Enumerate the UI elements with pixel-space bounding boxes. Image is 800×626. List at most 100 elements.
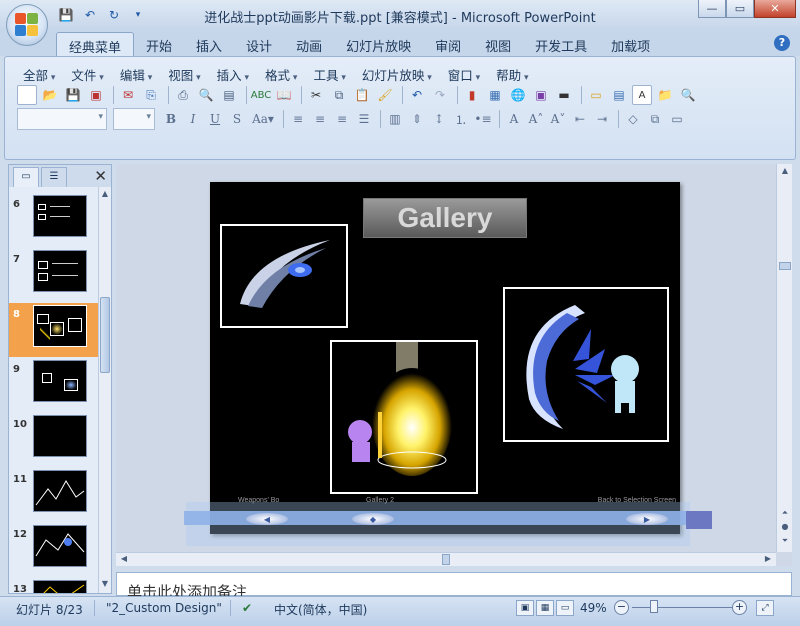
align-center-icon[interactable]: ≡: [310, 109, 330, 129]
menu-edit[interactable]: 编辑: [112, 63, 160, 86]
undo-icon[interactable]: ↶: [407, 85, 427, 105]
spelling-icon[interactable]: ABC: [251, 85, 272, 105]
nav-back-button[interactable]: ◀: [246, 513, 288, 525]
print-icon[interactable]: ⎙: [173, 85, 193, 105]
slide-thumbnail[interactable]: 10: [9, 413, 99, 467]
email-icon[interactable]: ✉: [118, 85, 138, 105]
tab-developer[interactable]: 开发工具: [523, 32, 599, 56]
slide-layout-icon[interactable]: ▤: [609, 85, 629, 105]
publish-icon[interactable]: ⎘: [141, 85, 161, 105]
previous-slide-icon[interactable]: ⏶: [779, 508, 791, 520]
slide-thumbnail-selected[interactable]: 8: [9, 303, 99, 357]
underline-icon[interactable]: U: [205, 109, 225, 129]
menu-insert[interactable]: 插入: [209, 63, 257, 86]
language[interactable]: 中文(简体，中国): [274, 601, 367, 618]
zoom-slider[interactable]: [632, 607, 732, 608]
research-icon[interactable]: 📖: [274, 85, 294, 105]
slide-thumbnail[interactable]: 9: [9, 358, 99, 412]
font-name-combo[interactable]: [17, 108, 107, 130]
slideshow-view-icon[interactable]: ▭: [556, 600, 574, 616]
shadow-icon[interactable]: S: [227, 109, 247, 129]
justify-icon[interactable]: ☰: [354, 109, 374, 129]
quick-styles-icon[interactable]: ▭: [667, 109, 687, 129]
scroll-thumb[interactable]: [100, 297, 110, 373]
gallery-picture-3[interactable]: [503, 287, 669, 442]
new-slide-icon[interactable]: ▭: [586, 85, 606, 105]
align-left-icon[interactable]: ≡: [288, 109, 308, 129]
nav-home-button[interactable]: ◆: [352, 513, 394, 525]
quick-print-icon[interactable]: ▤: [219, 85, 239, 105]
format-painter-icon[interactable]: 🖌: [375, 85, 395, 105]
table-icon[interactable]: ▦: [485, 85, 505, 105]
nav-next-button[interactable]: ▶: [626, 513, 668, 525]
tab-animations[interactable]: 动画: [284, 32, 334, 56]
increase-indent-icon[interactable]: ⇥: [592, 109, 612, 129]
bullets-icon[interactable]: •≡: [473, 109, 493, 129]
cut-icon[interactable]: ✂: [306, 85, 326, 105]
zoom-level[interactable]: 49%: [580, 601, 607, 615]
slide-sorter-view-icon[interactable]: ▦: [536, 600, 554, 616]
decrease-indent-icon[interactable]: ⇤: [570, 109, 590, 129]
scroll-up-icon[interactable]: ▲: [779, 166, 791, 178]
color-grayscale-icon[interactable]: ▬: [554, 85, 574, 105]
open-icon[interactable]: 📂: [40, 85, 60, 105]
fit-to-window-icon[interactable]: ⤢: [756, 600, 774, 616]
minimize-button[interactable]: —: [698, 0, 726, 18]
font-size-combo[interactable]: [113, 108, 155, 130]
decrease-font-icon[interactable]: A˅: [548, 109, 568, 129]
thumbnail-scrollbar[interactable]: ▲ ▼: [98, 187, 111, 593]
new-icon[interactable]: [17, 85, 37, 105]
spellcheck-icon[interactable]: ✔: [242, 601, 252, 615]
next-slide-icon[interactable]: ⏷: [779, 536, 791, 548]
slide-title[interactable]: Gallery: [363, 198, 527, 238]
maximize-button[interactable]: ▭: [726, 0, 754, 18]
gallery-picture-2[interactable]: [330, 340, 478, 494]
slide-canvas[interactable]: Gallery Weapons' Bo Gallery 2 Back to Se…: [210, 182, 680, 534]
open-folder-icon[interactable]: 📁: [655, 85, 675, 105]
insert-hyperlink-icon[interactable]: 🌐: [508, 85, 528, 105]
copy-icon[interactable]: ⧉: [329, 85, 349, 105]
font-color-icon[interactable]: A: [504, 109, 524, 129]
text-box-icon[interactable]: A: [632, 85, 652, 105]
menu-file[interactable]: 文件: [63, 63, 111, 86]
select-browse-object-icon[interactable]: ●: [779, 522, 791, 534]
slide-thumbnail[interactable]: 7: [9, 248, 99, 302]
scroll-right-icon[interactable]: ▶: [762, 554, 774, 566]
slide-thumbnail[interactable]: 6: [9, 193, 99, 247]
align-right-icon[interactable]: ≡: [332, 109, 352, 129]
close-pane-icon[interactable]: ✕: [94, 167, 107, 185]
tab-view[interactable]: 视图: [473, 32, 523, 56]
numbering-icon[interactable]: ⒈: [451, 109, 471, 129]
slide-thumbnail[interactable]: 11: [9, 468, 99, 522]
slide-thumbnail[interactable]: 13: [9, 578, 99, 593]
design-name[interactable]: "2_Custom Design": [106, 601, 222, 615]
shape-icon[interactable]: ◇: [623, 109, 643, 129]
permission-icon[interactable]: ▣: [86, 85, 106, 105]
line-spacing-icon[interactable]: ↕: [429, 109, 449, 129]
close-button[interactable]: ✕: [754, 0, 796, 18]
menu-slideshow[interactable]: 幻灯片放映: [354, 63, 440, 86]
menu-format[interactable]: 格式: [257, 63, 305, 86]
tab-review[interactable]: 审阅: [423, 32, 473, 56]
increase-font-icon[interactable]: A˄: [526, 109, 546, 129]
vertical-scrollbar[interactable]: ▲ ⏶ ● ⏷: [776, 164, 792, 552]
help-icon[interactable]: ?: [774, 35, 790, 51]
scroll-up-icon[interactable]: ▲: [99, 189, 111, 201]
zoom-slider-knob[interactable]: [650, 600, 658, 613]
picture-icon[interactable]: ▣: [531, 85, 551, 105]
menu-window[interactable]: 窗口: [440, 63, 488, 86]
tab-add-ins[interactable]: 加载项: [599, 32, 662, 56]
slide-thumbnail[interactable]: 12: [9, 523, 99, 577]
save-icon[interactable]: 💾: [63, 85, 83, 105]
menu-all[interactable]: 全部: [15, 63, 63, 86]
chart-icon[interactable]: ▮: [462, 85, 482, 105]
horizontal-scrollbar[interactable]: ◀ ▶: [116, 552, 776, 566]
zoom-icon[interactable]: 🔍: [678, 85, 698, 105]
notes-pane[interactable]: 单击此处添加备注: [116, 572, 792, 601]
menu-tools[interactable]: 工具: [305, 63, 353, 86]
scroll-left-icon[interactable]: ◀: [118, 554, 130, 566]
tab-outline-icon[interactable]: ☰: [41, 167, 67, 187]
tab-classic-menu[interactable]: 经典菜单: [56, 32, 135, 56]
redo-icon[interactable]: ↷: [430, 85, 450, 105]
tab-slides-icon[interactable]: ▭: [13, 167, 39, 187]
